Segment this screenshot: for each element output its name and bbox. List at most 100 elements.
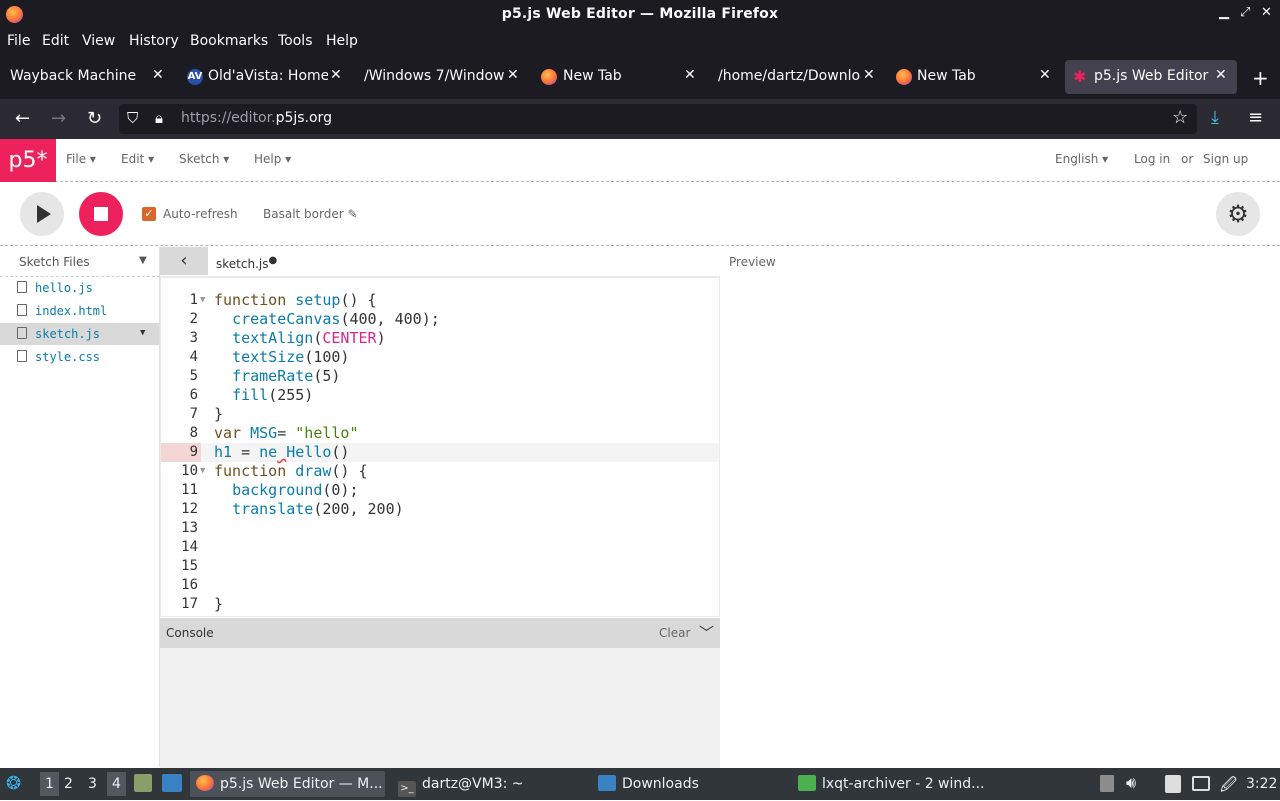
close-tab-icon[interactable]: ✕ <box>330 67 342 83</box>
code-line: 7} <box>189 405 224 423</box>
url-text[interactable]: https://editor.p5js.org <box>181 110 332 126</box>
console-clear-button[interactable]: Clear <box>659 626 690 640</box>
show-desktop-icon[interactable] <box>134 774 152 792</box>
forward-icon[interactable]: → <box>51 108 66 129</box>
taskbar-firefox[interactable]: p5.js Web Editor — M... <box>190 771 385 797</box>
display-icon[interactable] <box>1192 776 1210 791</box>
hamburger-menu-icon[interactable]: ≡ <box>1248 107 1263 128</box>
tab-downloads[interactable]: /home/dartz/Downloads ✕ <box>708 60 880 94</box>
preview-panel: Preview <box>720 247 1280 767</box>
language-select[interactable]: English ▾ <box>1055 152 1108 166</box>
clock[interactable]: 3:22 <box>1246 776 1277 792</box>
start-menu-icon[interactable]: ❂ <box>6 773 21 794</box>
close-tab-icon[interactable]: ✕ <box>152 67 164 83</box>
menu-edit[interactable]: Edit <box>42 33 69 49</box>
chevron-down-icon[interactable]: ﹀ <box>699 622 714 643</box>
tab-oldavista[interactable]: AV Old'aVista: Home ✕ <box>177 60 349 94</box>
workspace-1[interactable]: 1 <box>40 772 59 796</box>
p5-logo[interactable]: p5* <box>0 139 56 182</box>
workspace-4[interactable]: 4 <box>107 772 126 796</box>
close-tab-icon[interactable]: ✕ <box>684 67 696 83</box>
chevron-left-icon: ‹ <box>180 250 188 271</box>
taskbar-archiver[interactable]: lxqt-archiver - 2 wind... <box>792 771 987 797</box>
menu-tools[interactable]: Tools <box>278 33 313 49</box>
file-item-index-html[interactable]: index.html <box>0 300 159 322</box>
close-tab-icon[interactable]: ✕ <box>863 67 875 83</box>
close-tab-icon[interactable]: ✕ <box>1215 67 1227 83</box>
file-item-sketch-js[interactable]: sketch.js ▼ <box>0 323 159 345</box>
tab-label: /home/dartz/Downloads <box>718 68 861 84</box>
sketch-name[interactable]: Basalt border ✎ <box>263 207 358 221</box>
volume-icon[interactable]: 🔊︎ <box>1126 773 1136 793</box>
signup-link[interactable]: Sign up <box>1203 152 1248 166</box>
close-window-icon[interactable]: ✕ <box>1261 5 1272 20</box>
tab-label: /Windows 7/Windows <box>364 68 505 84</box>
settings-button[interactable]: ⚙ <box>1216 192 1260 236</box>
firefox-icon <box>196 775 214 791</box>
p5-menu-sketch[interactable]: Sketch ▾ <box>179 152 229 166</box>
file-name: style.css <box>35 350 101 364</box>
menu-file[interactable]: File <box>7 33 30 49</box>
fold-icon: ▼ <box>200 466 206 476</box>
p5-menu-edit[interactable]: Edit ▾ <box>121 152 154 166</box>
workspace-2[interactable]: 2 <box>64 776 73 792</box>
file-item-style-css[interactable]: style.css <box>0 346 159 368</box>
taskbar-terminal[interactable]: >_ dartz@VM3: ~ <box>392 771 587 797</box>
close-tab-icon[interactable]: ✕ <box>507 67 519 83</box>
menu-bookmarks[interactable]: Bookmarks <box>190 33 268 49</box>
fold-icon: ▼ <box>200 295 206 305</box>
p5-menu-file[interactable]: File ▾ <box>66 152 96 166</box>
tab-bar: Wayback Machine ✕ AV Old'aVista: Home ✕ … <box>0 54 1280 99</box>
auto-refresh-checkbox[interactable]: ✓ <box>142 207 156 221</box>
restore-icon[interactable]: ⤢ <box>1240 5 1250 20</box>
code-line: 10 ▼ function draw() { <box>181 462 368 480</box>
code-line: 6 fill(255) <box>189 386 314 404</box>
editor-header: ‹ sketch.js● <box>160 247 720 277</box>
bookmark-star-icon[interactable]: ☆ <box>1172 107 1188 128</box>
oldavista-icon: AV <box>187 69 203 85</box>
tab-windows7[interactable]: /Windows 7/Windows ✕ <box>354 60 526 94</box>
tab-p5js[interactable]: ✱ p5.js Web Editor ✕ <box>1065 60 1237 94</box>
stop-button[interactable] <box>79 192 123 236</box>
notification-icon[interactable]: 🖉 <box>1220 774 1237 801</box>
console-title: Console <box>166 626 214 640</box>
p5-nav: p5* File ▾ Edit ▾ Sketch ▾ Help ▾ Englis… <box>0 139 1280 182</box>
clipboard-icon[interactable] <box>1165 775 1181 793</box>
minimize-icon[interactable]: ▁ <box>1219 5 1229 20</box>
file-icon <box>17 327 27 339</box>
storage-icon[interactable] <box>1100 775 1114 792</box>
stop-icon <box>94 207 108 221</box>
editor-tab[interactable]: sketch.js● <box>216 255 277 271</box>
close-tab-icon[interactable]: ✕ <box>1039 67 1051 83</box>
workspace-3[interactable]: 3 <box>88 776 97 792</box>
console-panel: Console Clear ﹀ <box>160 618 720 768</box>
back-icon[interactable]: ← <box>15 108 30 129</box>
p5-toolbar: ✓ Auto-refresh Basalt border ✎ ⚙ <box>0 182 1280 246</box>
new-tab-icon[interactable]: + <box>1252 66 1269 90</box>
collapse-sidebar-button[interactable]: ‹ <box>160 247 208 275</box>
sidebar-title: Sketch Files <box>19 255 90 269</box>
download-icon[interactable]: ⤓ <box>1211 107 1219 128</box>
file-options-icon[interactable]: ▼ <box>140 328 145 338</box>
code-editor[interactable]: 1 ▼ function setup() { 2 createCanvas(400,… <box>160 277 720 617</box>
code-line: 14 <box>181 539 198 555</box>
sidebar-menu-icon[interactable]: ▼ <box>139 255 147 266</box>
lock-icon[interactable]: 🔒︎ <box>155 109 163 127</box>
taskbar-downloads[interactable]: Downloads <box>592 771 787 797</box>
tab-newtab-1[interactable]: New Tab ✕ <box>531 60 703 94</box>
tab-wayback[interactable]: Wayback Machine ✕ <box>0 60 172 94</box>
p5-menu-help[interactable]: Help ▾ <box>254 152 291 166</box>
tab-label: Old'aVista: Home <box>208 68 328 84</box>
file-manager-icon[interactable] <box>162 774 182 792</box>
file-item-hello-js[interactable]: hello.js <box>0 277 159 299</box>
reload-icon[interactable]: ↻ <box>87 108 102 129</box>
gear-icon: ⚙ <box>1227 200 1249 228</box>
tab-label: p5.js Web Editor <box>1094 68 1209 84</box>
play-button[interactable] <box>20 192 64 236</box>
menu-help[interactable]: Help <box>326 33 358 49</box>
menu-view[interactable]: View <box>82 33 115 49</box>
tab-newtab-2[interactable]: New Tab ✕ <box>886 60 1058 94</box>
login-link[interactable]: Log in <box>1134 152 1170 166</box>
shield-icon[interactable]: ⛉ <box>127 109 138 127</box>
menu-history[interactable]: History <box>129 33 179 49</box>
